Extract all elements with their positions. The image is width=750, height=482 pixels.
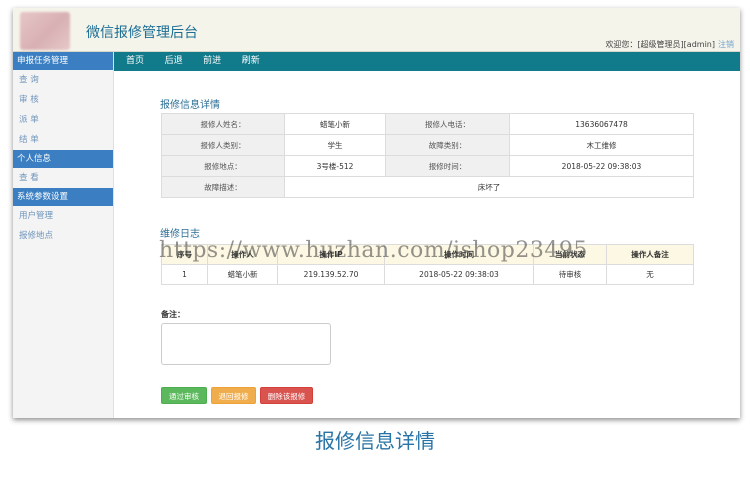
detail-section-title: 报修信息详情 — [160, 100, 220, 111]
sidebar-item-users[interactable]: 用户管理 — [13, 206, 113, 226]
top-nav: 首页 后退 前进 刷新 — [114, 52, 740, 71]
logo-image — [20, 12, 70, 50]
category-value: 学生 — [284, 134, 386, 156]
nav-forward[interactable]: 前进 — [203, 52, 221, 71]
reject-button[interactable]: 退回报修 — [211, 387, 256, 404]
fault-type-label: 故障类别： — [385, 134, 510, 156]
phone-label: 报修人电话： — [385, 113, 510, 135]
sidebar-group-tasks[interactable]: 申报任务管理 — [13, 52, 113, 70]
log-cell-operator: 蜡笔小新 — [207, 264, 278, 285]
note-textarea[interactable] — [161, 323, 331, 365]
description-label: 故障描述： — [161, 176, 285, 198]
log-cell-index: 1 — [161, 264, 208, 285]
log-cell-status: 待审核 — [533, 264, 607, 285]
sidebar-group-settings[interactable]: 系统参数设置 — [13, 188, 113, 206]
table-row: 1 蜡笔小新 219.139.52.70 2018-05-22 09:38:03… — [161, 264, 694, 285]
fault-type-value: 木工维修 — [509, 134, 694, 156]
nav-home[interactable]: 首页 — [126, 52, 144, 71]
table-row: 报修地点： 3号楼-512 报修时间： 2018-05-22 09:38:03 — [161, 155, 694, 177]
location-label: 报修地点： — [161, 155, 285, 177]
note-label: 备注： — [161, 310, 185, 319]
header: 微信报修管理后台 欢迎您：[超级管理员][admin] 注销 — [13, 8, 740, 52]
location-value: 3号楼-512 — [284, 155, 386, 177]
sidebar-item-view[interactable]: 查 看 — [13, 168, 113, 188]
image-caption: 报修信息详情 — [315, 429, 435, 453]
app-screenshot: 微信报修管理后台 欢迎您：[超级管理员][admin] 注销 申报任务管理 查 询… — [13, 8, 740, 418]
app-title: 微信报修管理后台 — [86, 25, 198, 41]
logout-link[interactable]: 注销 — [718, 40, 734, 49]
log-cell-remark: 无 — [606, 264, 694, 285]
delete-button[interactable]: 删除该报修 — [260, 387, 313, 404]
table-row: 故障描述： 床坏了 — [161, 176, 694, 198]
name-label: 报修人姓名： — [161, 113, 285, 135]
log-header-remark: 操作人备注 — [606, 244, 694, 265]
watermark-text: https://www.huzhan.com/ishop23495 — [159, 238, 588, 263]
welcome-bar: 欢迎您：[超级管理员][admin] 注销 — [605, 39, 734, 50]
sidebar-group-profile[interactable]: 个人信息 — [13, 150, 113, 168]
time-label: 报修时间： — [385, 155, 510, 177]
sidebar: 申报任务管理 查 询 审 核 派 单 结 单 个人信息 查 看 系统参数设置 用… — [13, 52, 114, 418]
log-cell-time: 2018-05-22 09:38:03 — [384, 264, 534, 285]
sidebar-item-close[interactable]: 结 单 — [13, 130, 113, 150]
approve-button[interactable]: 通过审核 — [161, 387, 207, 404]
log-cell-ip: 219.139.52.70 — [277, 264, 385, 285]
sidebar-item-review[interactable]: 审 核 — [13, 90, 113, 110]
nav-back[interactable]: 后退 — [165, 52, 183, 71]
table-row: 报修人类别： 学生 故障类别： 木工维修 — [161, 134, 694, 156]
phone-value: 13636067478 — [509, 113, 694, 135]
sidebar-item-query[interactable]: 查 询 — [13, 70, 113, 90]
detail-table: 报修人姓名： 蜡笔小新 报修人电话： 13636067478 报修人类别： 学生… — [161, 113, 694, 198]
table-row: 报修人姓名： 蜡笔小新 报修人电话： 13636067478 — [161, 113, 694, 135]
welcome-text: 欢迎您：[超级管理员][admin] — [605, 40, 715, 49]
sidebar-item-dispatch[interactable]: 派 单 — [13, 110, 113, 130]
category-label: 报修人类别： — [161, 134, 285, 156]
name-value: 蜡笔小新 — [284, 113, 386, 135]
description-value: 床坏了 — [284, 176, 694, 198]
sidebar-item-locations[interactable]: 报修地点 — [13, 226, 113, 246]
time-value: 2018-05-22 09:38:03 — [509, 155, 694, 177]
nav-refresh[interactable]: 刷新 — [242, 52, 260, 71]
